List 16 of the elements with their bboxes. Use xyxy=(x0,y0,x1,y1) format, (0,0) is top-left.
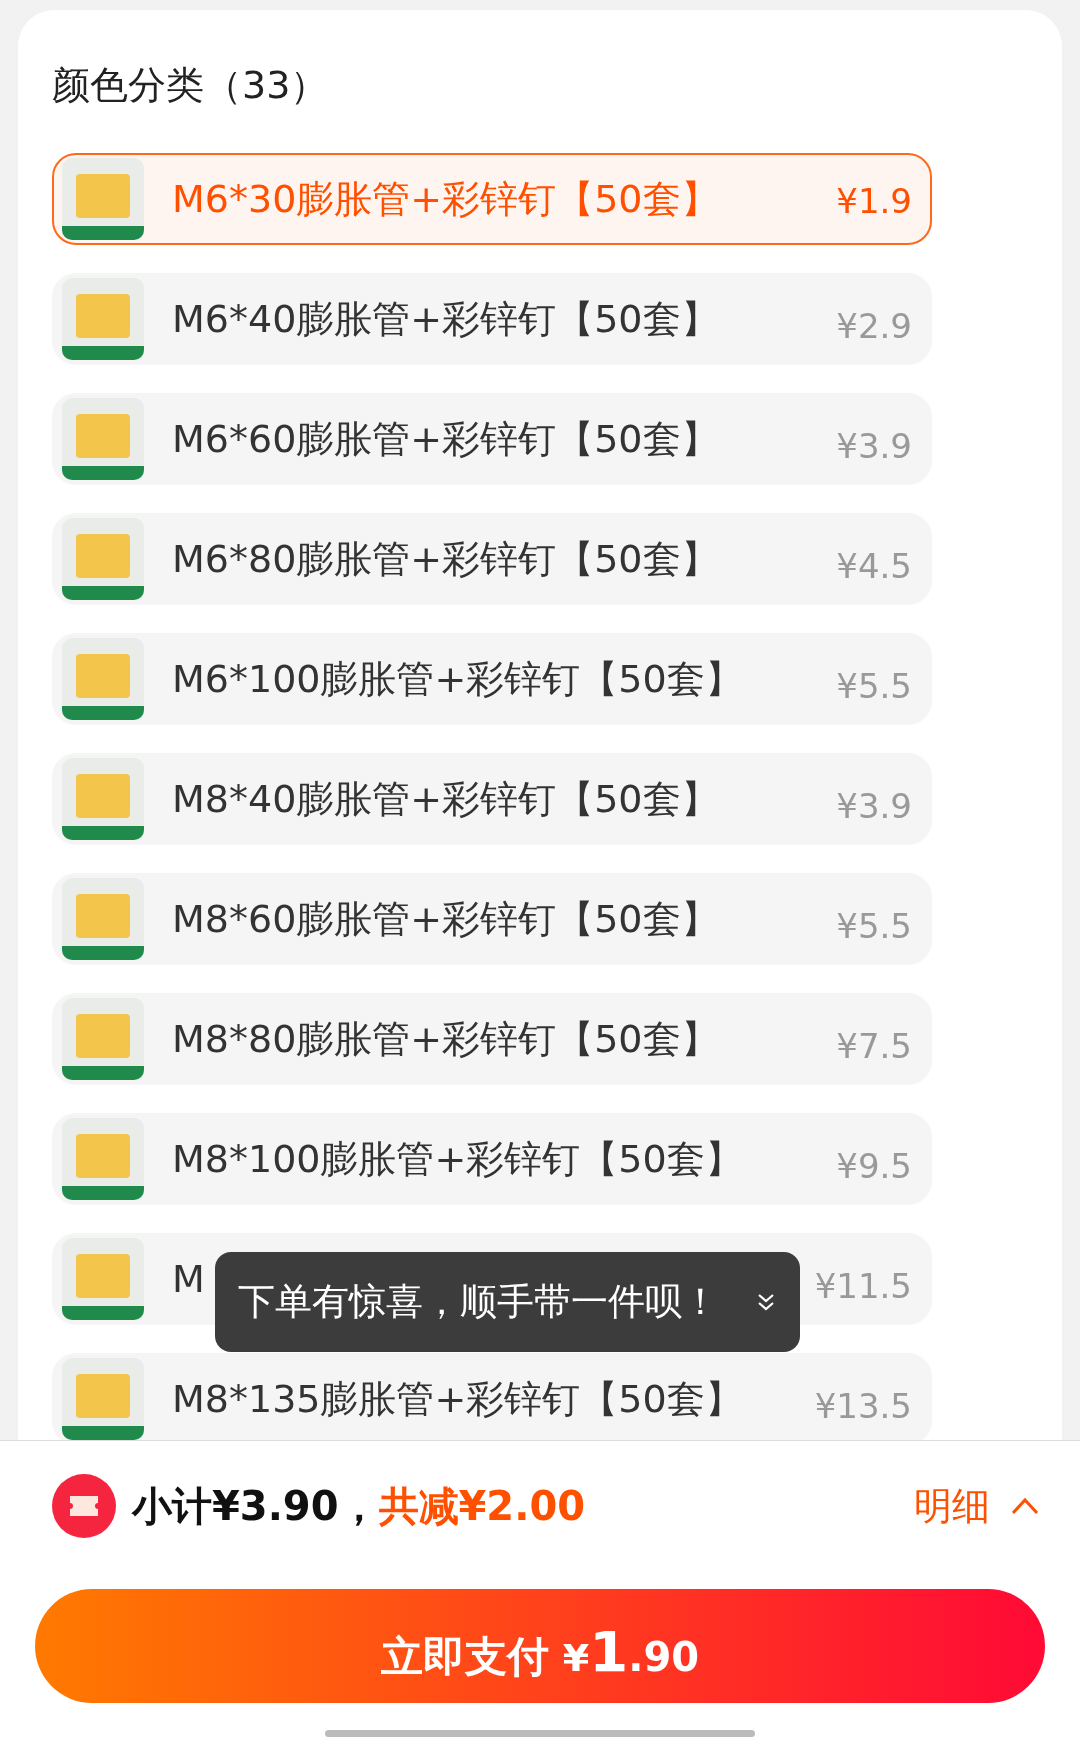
option-chip[interactable]: M6*40膨胀管+彩锌钉【50套】 ¥2.9 xyxy=(52,273,932,365)
option-chip[interactable]: M8*60膨胀管+彩锌钉【50套】 ¥5.5 xyxy=(52,873,932,965)
option-chip[interactable]: M8*100膨胀管+彩锌钉【50套】 ¥9.5 xyxy=(52,1113,932,1205)
option-chip[interactable]: M6*100膨胀管+彩锌钉【50套】 ¥5.5 xyxy=(52,633,932,725)
option-chip[interactable]: M6*80膨胀管+彩锌钉【50套】 ¥4.5 xyxy=(52,513,932,605)
section-title: 颜色分类（33） xyxy=(52,62,330,109)
option-chip[interactable]: M6*60膨胀管+彩锌钉【50套】 ¥3.9 xyxy=(52,393,932,485)
coupon-icon xyxy=(52,1474,116,1538)
subtotal-text: 小计¥3.90， xyxy=(132,1481,379,1531)
chevron-up-icon xyxy=(1010,1496,1040,1516)
option-chip[interactable]: M8*40膨胀管+彩锌钉【50套】 ¥3.9 xyxy=(52,753,932,845)
option-chip[interactable]: M8*135膨胀管+彩锌钉【50套】 ¥13.5 xyxy=(52,1353,932,1440)
pay-now-button[interactable]: 立即支付 ¥1.90 xyxy=(35,1589,1045,1703)
discount-text: 共减¥2.00 xyxy=(378,1481,586,1531)
option-chip[interactable]: M8*80膨胀管+彩锌钉【50套】 ¥7.5 xyxy=(52,993,932,1085)
promo-toast: 下单有惊喜，顺手带一件呗！ xyxy=(215,1252,800,1352)
